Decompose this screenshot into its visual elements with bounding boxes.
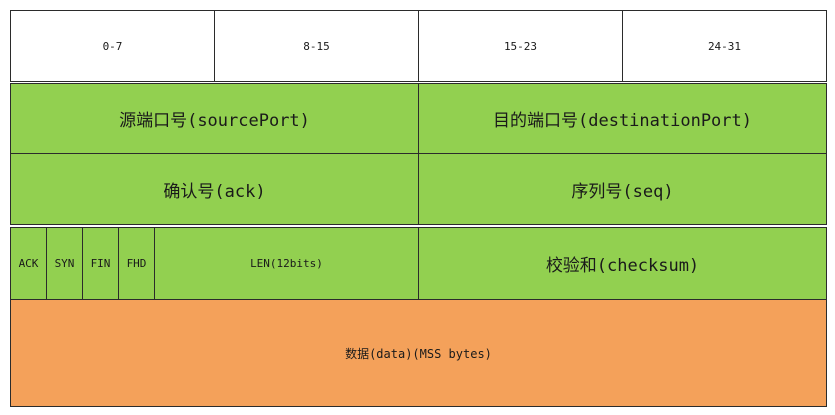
flag-fin-field: FIN [82,227,119,300]
checksum-field: 校验和(checksum) [418,227,827,300]
bits-8-15-header: 8-15 [214,10,419,82]
bits-15-23-header: 15-23 [418,10,623,82]
flag-fhd-field: FHD [118,227,155,300]
len-field: LEN(12bits) [154,227,419,300]
destination-port-field: 目的端口号(destinationPort) [418,83,827,154]
ack-field: 确认号(ack) [10,153,419,225]
flag-syn-field: SYN [46,227,83,300]
seq-field: 序列号(seq) [418,153,827,225]
source-port-field: 源端口号(sourcePort) [10,83,419,154]
bits-24-31-header: 24-31 [622,10,827,82]
flag-ack-field: ACK [10,227,47,300]
data-field: 数据(data)(MSS bytes) [10,299,827,407]
bits-0-7-header: 0-7 [10,10,215,82]
